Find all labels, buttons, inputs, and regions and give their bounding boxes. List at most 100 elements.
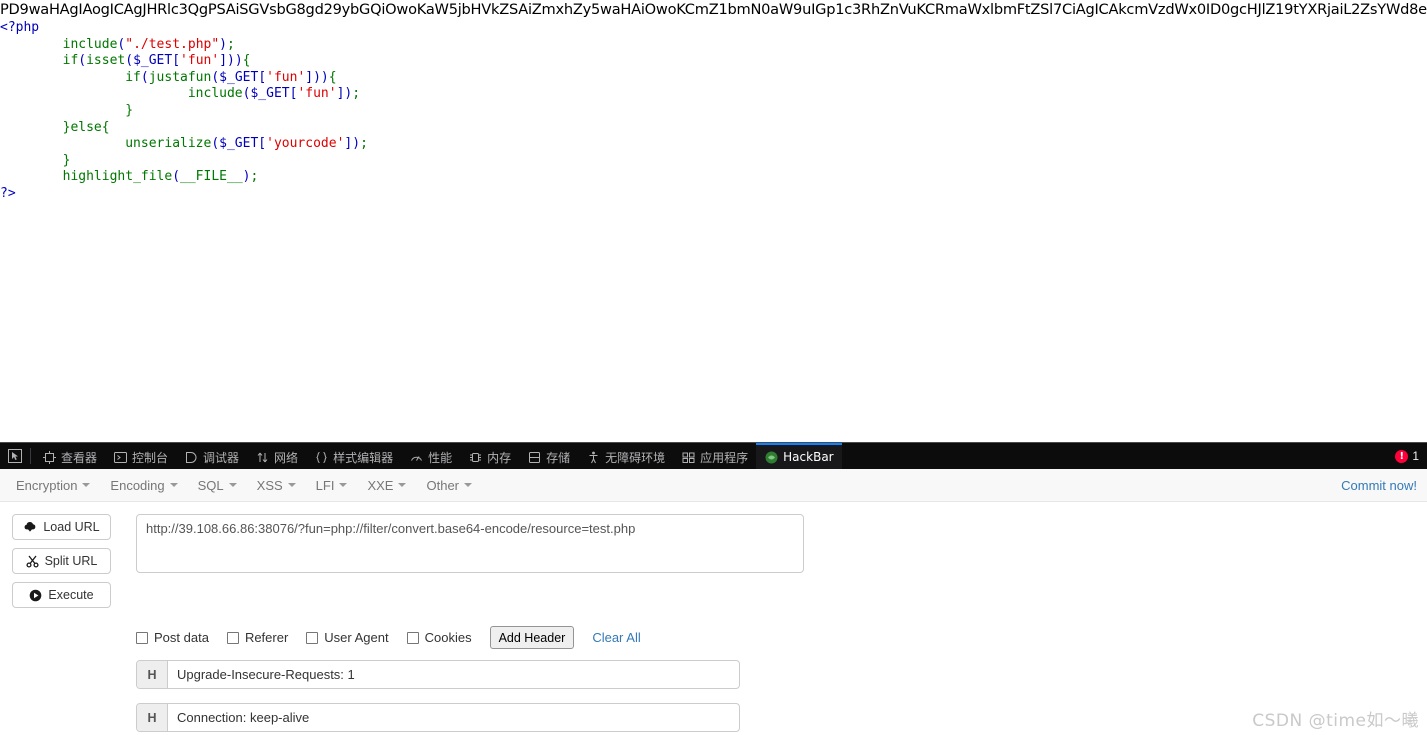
checkbox-icon[interactable] [306,631,319,644]
devtools-tab-console[interactable]: 控制台 [105,443,176,469]
menu-label: LFI [315,477,335,493]
chevron-down-icon [82,483,91,487]
menu-label: Other [426,477,459,493]
chevron-down-icon [169,483,178,487]
chevron-down-icon [398,483,407,487]
menu-encoding[interactable]: Encoding [100,473,187,498]
php-close-tag: ?> [0,185,16,201]
devtools-tab-label: 无障碍环境 [605,450,666,465]
play-circle-icon [29,589,42,602]
element-picker-icon[interactable] [0,443,30,469]
devtools-tab-storage[interactable]: 存储 [519,443,578,469]
devtools-tab-label: 调试器 [203,450,240,465]
debugger-icon [184,450,198,464]
memory-icon [468,450,482,464]
devtools-tab-label: 控制台 [132,450,169,465]
menu-label: XXE [367,477,394,493]
toolbar-divider [30,448,31,464]
menu-other[interactable]: Other [416,473,482,498]
php-source-listing: <?php include("./test.php"); if(isset($_… [0,20,368,201]
menu-xss[interactable]: XSS [247,473,306,498]
chevron-down-icon [464,483,472,487]
devtools-tab-label: 应用程序 [700,450,749,465]
option-user-agent[interactable]: User Agent [306,630,389,645]
clear-all-link[interactable]: Clear All [592,630,640,645]
header-value-input[interactable]: Upgrade-Insecure-Requests: 1 [168,661,739,688]
menu-label: Encryption [16,477,78,493]
accessibility-icon [586,450,600,464]
hackbar-icon [764,450,778,464]
devtools-tab-label: 样式编辑器 [333,450,394,465]
option-referer[interactable]: Referer [226,630,289,645]
menu-lfi[interactable]: LFI [306,473,358,498]
header-tag-label: H [137,704,168,731]
base64-output-text: PD9waHAgIAogICAgJHRlc3QgPSAiSGVsbG8gd29y… [0,1,1427,18]
devtools-tab-label: 查看器 [61,450,98,465]
header-row[interactable]: H Connection: keep-alive [136,703,740,732]
browser-page-content: PD9waHAgIAogICAgJHRlc3QgPSAiSGVsbG8gd29y… [0,0,1427,442]
devtools-tab-label: 性能 [428,450,453,465]
devtools-tab-label: 网络 [274,450,299,465]
error-badge-icon: ! [1395,449,1409,463]
split-url-button[interactable]: Split URL [12,548,111,574]
network-icon [255,450,269,464]
devtools-tab-hackbar[interactable]: HackBar [756,443,842,469]
devtools-tab-label: HackBar [783,450,834,464]
menu-encryption[interactable]: Encryption [6,473,100,498]
commit-now-link[interactable]: Commit now! [1341,478,1421,493]
php-open-tag: <?php [0,20,40,35]
chevron-down-icon [339,483,348,487]
devtools-tab-label: 内存 [487,450,512,465]
option-label: Cookies [424,630,472,645]
option-label: Referer [244,630,289,645]
hackbar-menubar: Encryption Encoding SQL XSS LFI XXE Othe… [0,469,1427,502]
checkbox-icon[interactable] [406,631,419,644]
menu-label: SQL [197,477,224,493]
load-url-button[interactable]: Load URL [12,514,111,540]
url-input[interactable] [136,514,804,573]
devtools-tab-memory[interactable]: 内存 [460,443,519,469]
storage-icon [527,450,541,464]
checkbox-icon[interactable] [136,631,148,644]
hackbar-header-list: H Upgrade-Insecure-Requests: 1 H Connect… [136,660,740,735]
application-icon [681,450,695,464]
style-editor-icon [314,450,328,464]
devtools-tab-application[interactable]: 应用程序 [673,443,756,469]
devtools-tab-network[interactable]: 网络 [247,443,306,469]
chevron-down-icon [287,483,296,487]
error-count-indicator[interactable]: ! 1 [1395,443,1427,469]
csdn-watermark: CSDN @time如～曦 [1252,711,1419,731]
header-row[interactable]: H Upgrade-Insecure-Requests: 1 [136,660,740,689]
button-label: Load URL [43,520,100,534]
option-label: Post data [154,630,209,645]
devtools-tab-accessibility[interactable]: 无障碍环境 [578,443,673,469]
error-count-label: 1 [1412,449,1419,463]
hackbar-panel: Encryption Encoding SQL XSS LFI XXE Othe… [0,469,1427,735]
hackbar-body: Load URL Split URL Execute Post d [0,502,1427,732]
devtools-toolbar: 查看器 控制台 调试器 网络 样式编辑器 性能 内存 存储 无障碍环境 应用程序… [0,442,1427,469]
menu-label: XSS [256,477,283,493]
button-label: Execute [48,588,94,602]
performance-icon [409,450,423,464]
menu-xxe[interactable]: XXE [357,473,416,498]
devtools-tab-performance[interactable]: 性能 [401,443,460,469]
console-icon [113,450,127,464]
devtools-tab-debugger[interactable]: 调试器 [176,443,247,469]
hackbar-options-row: Post data Referer User Agent Cookies Add… [136,626,641,649]
option-cookies[interactable]: Cookies [406,630,472,645]
cloud-download-icon [23,521,37,533]
devtools-tab-label: 存储 [546,450,571,465]
option-post-data[interactable]: Post data [136,630,209,645]
header-value-input[interactable]: Connection: keep-alive [168,704,739,731]
execute-button[interactable]: Execute [12,582,111,608]
option-label: User Agent [324,630,389,645]
chevron-down-icon [228,483,237,487]
menu-sql[interactable]: SQL [188,473,247,498]
header-tag-label: H [137,661,168,688]
devtools-tab-inspector[interactable]: 查看器 [34,443,105,469]
devtools-tab-style-editor[interactable]: 样式编辑器 [306,443,401,469]
checkbox-icon[interactable] [226,631,239,644]
menu-label: Encoding [110,477,165,493]
add-header-button[interactable]: Add Header [489,626,575,649]
